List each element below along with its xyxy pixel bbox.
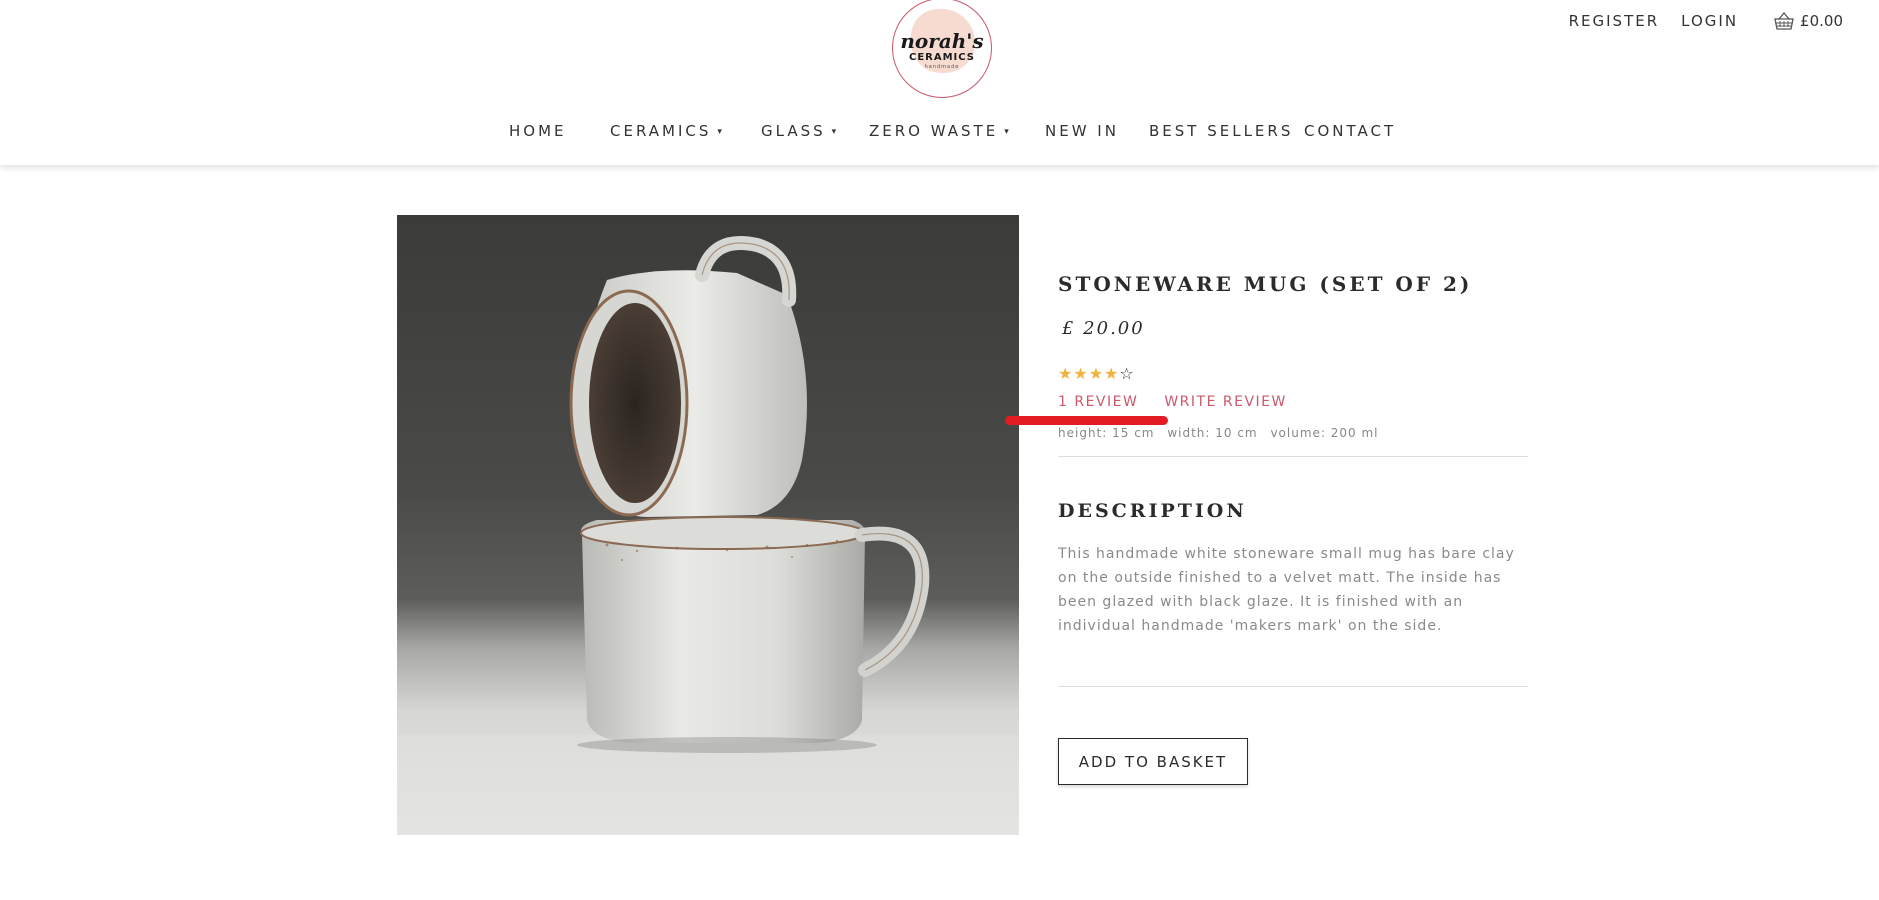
divider — [1058, 686, 1528, 687]
reviews-link[interactable]: 1 REVIEW — [1058, 394, 1138, 410]
product-dimensions: height: 15 cm width: 10 cm volume: 200 m… — [1058, 426, 1387, 440]
description-text: This handmade white stoneware small mug … — [1058, 546, 1515, 634]
nav-zero-waste[interactable]: ZERO WASTE ▾ — [869, 122, 1009, 140]
nav-new-in[interactable]: NEW IN — [1045, 122, 1119, 140]
dimension-width: width: 10 cm — [1167, 426, 1258, 440]
nav-zero-waste-label: ZERO WASTE — [869, 122, 999, 140]
review-links: 1 REVIEW WRITE REVIEW — [1058, 394, 1287, 410]
star-filled-icon: ★ — [1058, 364, 1074, 383]
main-nav: HOME CERAMICS ▾ GLASS ▾ ZERO WASTE ▾ NEW IN… — [0, 122, 1879, 146]
login-link[interactable]: LOGIN — [1681, 12, 1738, 30]
star-filled-icon: ★ — [1073, 364, 1089, 383]
star-filled-icon: ★ — [1104, 364, 1120, 383]
chevron-down-icon: ▾ — [717, 127, 722, 137]
dimension-height: height: 15 cm — [1058, 426, 1155, 440]
rating-stars: ★★★★☆ — [1058, 364, 1135, 383]
dimension-volume: volume: 200 ml — [1270, 426, 1379, 440]
logo-text: norah's CERAMICS handmade — [900, 27, 983, 70]
product-image[interactable] — [397, 215, 1019, 835]
nav-home[interactable]: HOME — [509, 122, 567, 140]
basket-total: £0.00 — [1800, 12, 1843, 30]
chevron-down-icon: ▾ — [1004, 127, 1009, 137]
write-review-link[interactable]: WRITE REVIEW — [1164, 394, 1287, 410]
nav-new-in-label: NEW IN — [1045, 122, 1119, 140]
basket-icon — [1774, 12, 1794, 30]
top-links: REGISTER LOGIN £0.00 — [1569, 12, 1843, 30]
add-to-basket-button[interactable]: ADD TO BASKET — [1058, 738, 1248, 785]
nav-contact[interactable]: CONTACT — [1304, 122, 1396, 140]
star-filled-icon: ★ — [1088, 364, 1105, 383]
site-header: norah's CERAMICS handmade REGISTER LOGIN… — [0, 0, 1879, 165]
nav-glass-label: GLASS — [761, 122, 826, 140]
divider — [1058, 456, 1528, 457]
nav-best-sellers-label: BEST SELLERS — [1149, 122, 1294, 140]
product-title: STONEWARE MUG (SET OF 2) — [1058, 272, 1473, 296]
logo-name: norah's — [900, 28, 984, 53]
register-link[interactable]: REGISTER — [1569, 12, 1660, 30]
nav-contact-label: CONTACT — [1304, 122, 1397, 140]
nav-best-sellers[interactable]: BEST SELLERS — [1149, 122, 1293, 140]
basket-link[interactable]: £0.00 — [1774, 12, 1843, 30]
nav-ceramics-label: CERAMICS — [610, 122, 712, 140]
product-photo-illustration — [397, 236, 1019, 835]
chevron-down-icon: ▾ — [831, 127, 837, 137]
nav-glass[interactable]: GLASS ▾ — [761, 122, 836, 140]
annotation-underline — [1005, 416, 1168, 425]
description-heading: DESCRIPTION — [1058, 500, 1247, 522]
star-empty-icon: ☆ — [1119, 364, 1135, 383]
nav-ceramics[interactable]: CERAMICS ▾ — [610, 122, 722, 140]
nav-home-label: HOME — [509, 122, 567, 140]
site-logo[interactable]: norah's CERAMICS handmade — [892, 0, 992, 98]
logo-sub: CERAMICS — [908, 51, 975, 63]
logo-tag: handmade — [924, 63, 960, 70]
product-price: £ 20.00 — [1062, 318, 1145, 339]
